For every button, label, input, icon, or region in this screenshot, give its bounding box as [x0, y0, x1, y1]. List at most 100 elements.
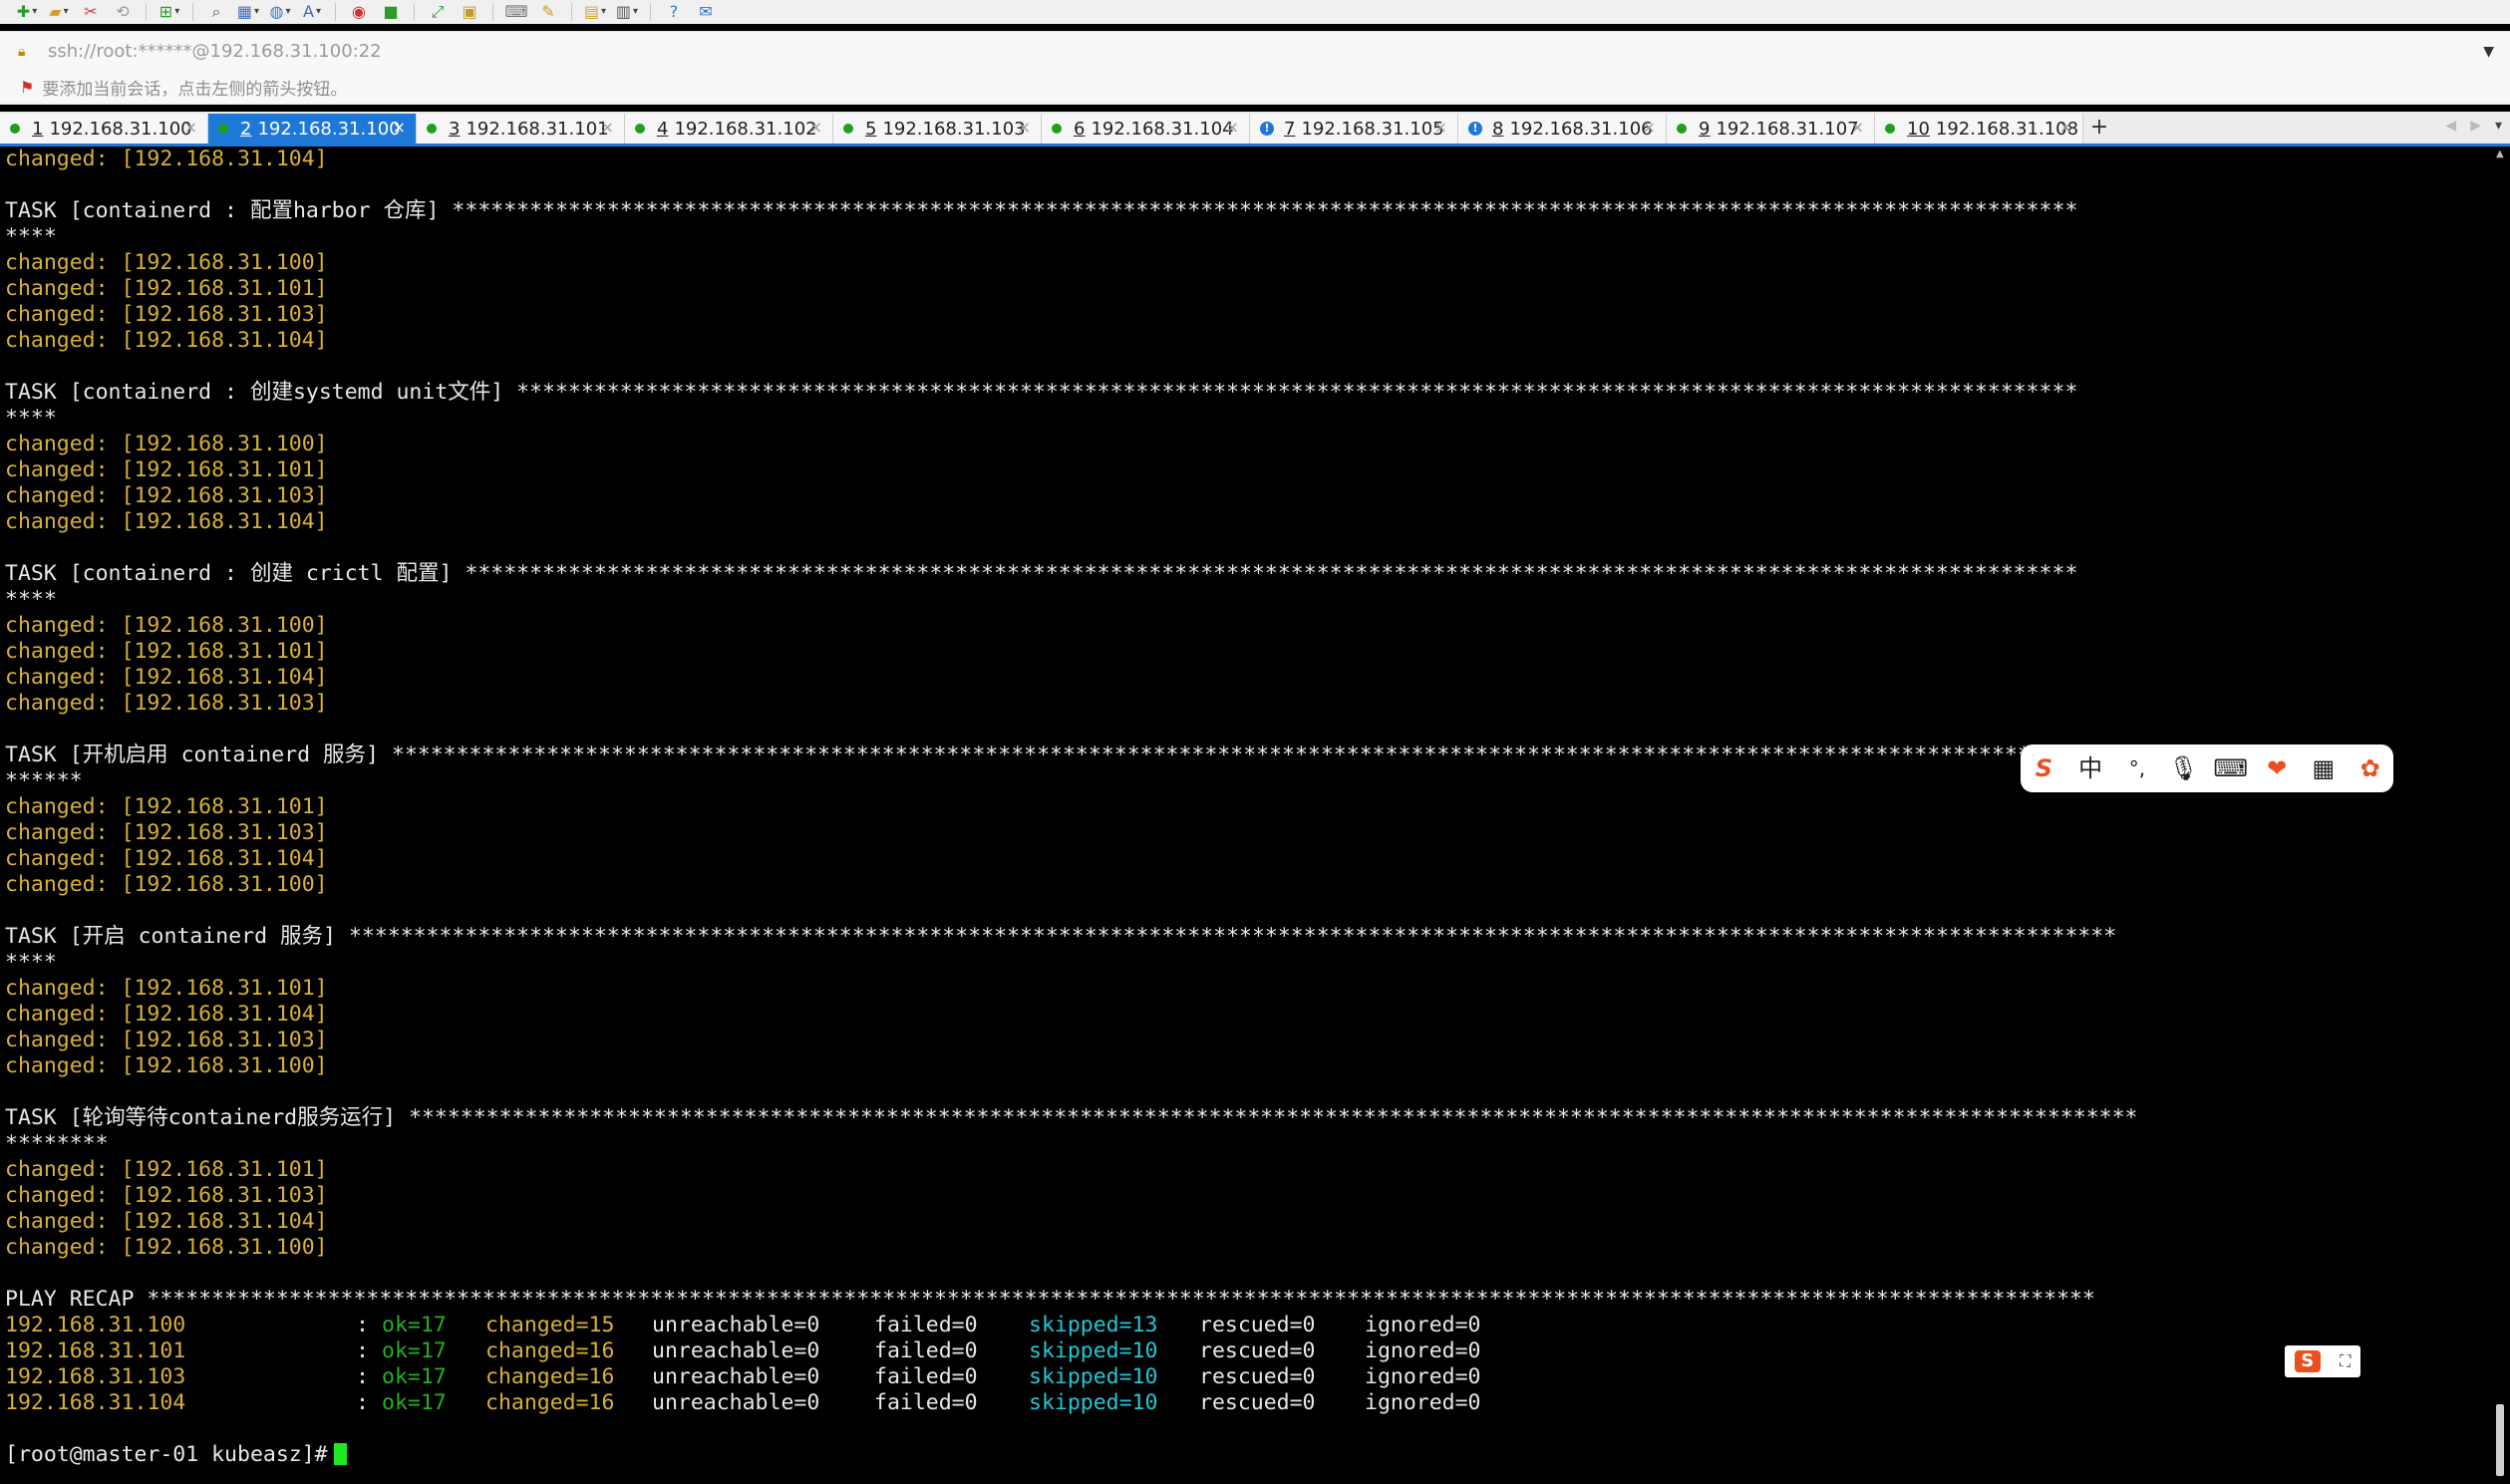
close-icon[interactable]: ×	[601, 118, 614, 137]
toolbar-separator	[571, 3, 572, 21]
chevron-left-icon[interactable]: ◀	[2445, 118, 2456, 134]
terminal-line: changed: [192.168.31.103]	[5, 691, 328, 716]
session-tab-2[interactable]: 2 192.168.31.100 ×	[208, 114, 417, 144]
session-tab-8[interactable]: ! 8 192.168.31.106 ×	[1458, 114, 1667, 144]
terminal-line: changed: [192.168.31.104]	[5, 665, 328, 690]
reconnect-icon[interactable]: ⟲	[112, 1, 134, 23]
close-icon[interactable]: ×	[184, 118, 197, 137]
close-icon[interactable]: ×	[1643, 118, 1656, 137]
terminal-line: ****	[5, 950, 57, 975]
add-tab-button[interactable]: +	[2085, 114, 2113, 144]
xshell-icon[interactable]: ■	[380, 1, 402, 23]
microphone-icon[interactable]: 🎙︎	[2167, 753, 2201, 783]
recap-ok: ok=17	[382, 1338, 447, 1363]
close-icon[interactable]: ×	[809, 118, 822, 137]
scroll-up-icon[interactable]: ▲	[2496, 148, 2504, 159]
recap-host: 192.168.31.103	[5, 1364, 186, 1389]
terminal-line: changed: [192.168.31.100]	[5, 432, 328, 456]
recap-changed: changed=16	[485, 1338, 615, 1363]
close-icon[interactable]: ×	[2059, 118, 2072, 137]
session-tab-5[interactable]: 5 192.168.31.103 ×	[833, 114, 1042, 144]
lock-icon[interactable]: ▣	[459, 1, 480, 23]
ime-mini-bar[interactable]: S ⛶	[2285, 1345, 2360, 1377]
tab-label: 192.168.31.103	[882, 118, 1026, 140]
ime-lang-toggle[interactable]: 中	[2073, 753, 2107, 783]
tab-number: 6	[1074, 118, 1086, 140]
session-tab-10[interactable]: 10 192.168.31.108 ×	[1875, 114, 2083, 144]
close-icon[interactable]: ×	[1226, 118, 1239, 137]
terminal-scrollbar[interactable]: ▲	[2492, 147, 2510, 1484]
connected-status-icon	[843, 124, 853, 134]
tab-label: 192.168.31.100	[49, 118, 192, 140]
recap-unreachable: unreachable=0	[652, 1313, 820, 1337]
close-icon[interactable]: ×	[393, 118, 406, 137]
session-tab-3[interactable]: 3 192.168.31.101 ×	[417, 114, 625, 144]
expand-icon[interactable]: ⛶	[2340, 1351, 2351, 1371]
xftp-icon[interactable]: ◉	[348, 1, 370, 23]
close-icon[interactable]: ×	[1851, 118, 1864, 137]
bookmark-icon[interactable]: ⚑	[20, 78, 34, 97]
layout-icon[interactable]: ▦	[237, 1, 259, 23]
terminal-output[interactable]: changed: [192.168.31.104] TASK [container…	[0, 147, 2492, 1484]
session-tab-1[interactable]: 1 192.168.31.100 ×	[0, 114, 208, 144]
font-icon[interactable]: A	[301, 1, 323, 23]
ime-punct-toggle[interactable]: °,	[2120, 753, 2154, 783]
address-text[interactable]: ssh://root:******@192.168.31.100:22	[48, 41, 2483, 62]
session-tab-7[interactable]: ! 7 192.168.31.105 ×	[1250, 114, 1458, 144]
close-icon[interactable]: ×	[1018, 118, 1031, 137]
new-session-icon[interactable]: ✚	[16, 1, 38, 23]
recap-ok: ok=17	[382, 1390, 447, 1415]
chevron-down-icon[interactable]: ▾	[2495, 118, 2502, 134]
script-icon[interactable]: ▤	[584, 1, 606, 23]
highlight-icon[interactable]: ✎	[537, 1, 559, 23]
recap-ignored: ignored=0	[1365, 1364, 1481, 1389]
ime-mascot-icon[interactable]: ✿	[2353, 753, 2387, 783]
recap-host: 192.168.31.101	[5, 1338, 186, 1363]
chevron-down-icon[interactable]: ▼	[2483, 44, 2494, 60]
terminal-line: changed: [192.168.31.104]	[5, 328, 328, 353]
recap-failed: failed=0	[874, 1390, 978, 1415]
close-icon[interactable]: ×	[1434, 118, 1447, 137]
session-tab-4[interactable]: 4 192.168.31.102 ×	[625, 114, 833, 144]
terminal-line: changed: [192.168.31.103]	[5, 1028, 328, 1052]
terminal-line: TASK [containerd : 配置harbor 仓库] ********…	[5, 198, 2078, 223]
warning-status-icon: !	[1260, 122, 1274, 136]
chevron-right-icon[interactable]: ▶	[2470, 118, 2481, 134]
disconnect-icon[interactable]: ✂	[80, 1, 102, 23]
chat-icon[interactable]: ✉	[695, 1, 717, 23]
terminal-line: PLAY RECAP *****************************…	[5, 1287, 2095, 1312]
sogou-logo-icon[interactable]: S	[2027, 753, 2060, 783]
open-folder-icon[interactable]: ▰	[48, 1, 70, 23]
globe-icon[interactable]: ◍	[269, 1, 291, 23]
session-tab-9[interactable]: 9 192.168.31.107 ×	[1667, 114, 1875, 144]
address-bar[interactable]: 🔒︎ ssh://root:******@192.168.31.100:22 ▼	[0, 31, 2510, 71]
terminal-line: ********	[5, 1131, 109, 1156]
terminal-line: changed: [192.168.31.100]	[5, 250, 328, 275]
terminal-line: TASK [containerd : 创建 crictl 配置] *******…	[5, 561, 2078, 586]
tab-number: 9	[1699, 118, 1711, 140]
connected-status-icon	[635, 124, 645, 134]
recap-row: 192.168.31.103: ok=17 changed=16 unreachabl…	[5, 1364, 1600, 1390]
terminal-line: TASK [开机启用 containerd 服务] **************…	[5, 742, 2108, 767]
fullscreen-icon[interactable]: ⤢	[427, 1, 449, 23]
keyboard-icon[interactable]: ⌨	[504, 1, 527, 23]
keyboard-icon[interactable]: ⌨	[2213, 753, 2248, 783]
new-tab-icon[interactable]: ⊞	[158, 1, 180, 23]
recap-skipped: skipped=10	[1029, 1390, 1158, 1415]
toolbar-separator	[335, 3, 336, 21]
toolbox-icon[interactable]: ▦	[2307, 753, 2341, 783]
skin-icon[interactable]: ❤	[2260, 753, 2294, 783]
sogou-logo-icon[interactable]: S	[2294, 1350, 2321, 1372]
ime-toolbar[interactable]: S 中 °, 🎙︎ ⌨ ❤ ▦ ✿	[2021, 744, 2393, 792]
session-tab-6[interactable]: 6 192.168.31.104 ×	[1042, 114, 1250, 144]
find-icon[interactable]: ⌕	[205, 1, 227, 23]
terminal-line: changed: [192.168.31.101]	[5, 794, 328, 819]
help-icon[interactable]: ?	[663, 1, 685, 23]
window-icon[interactable]: ▥	[616, 1, 638, 23]
lock-icon: 🔒︎	[18, 43, 26, 60]
terminal-line: changed: [192.168.31.104]	[5, 1209, 328, 1234]
scrollbar-thumb[interactable]	[2496, 1404, 2504, 1476]
shell-prompt-line[interactable]: [root@master-01 kubeasz]#	[5, 1442, 347, 1468]
recap-failed: failed=0	[874, 1338, 978, 1363]
recap-changed: changed=16	[485, 1390, 615, 1415]
